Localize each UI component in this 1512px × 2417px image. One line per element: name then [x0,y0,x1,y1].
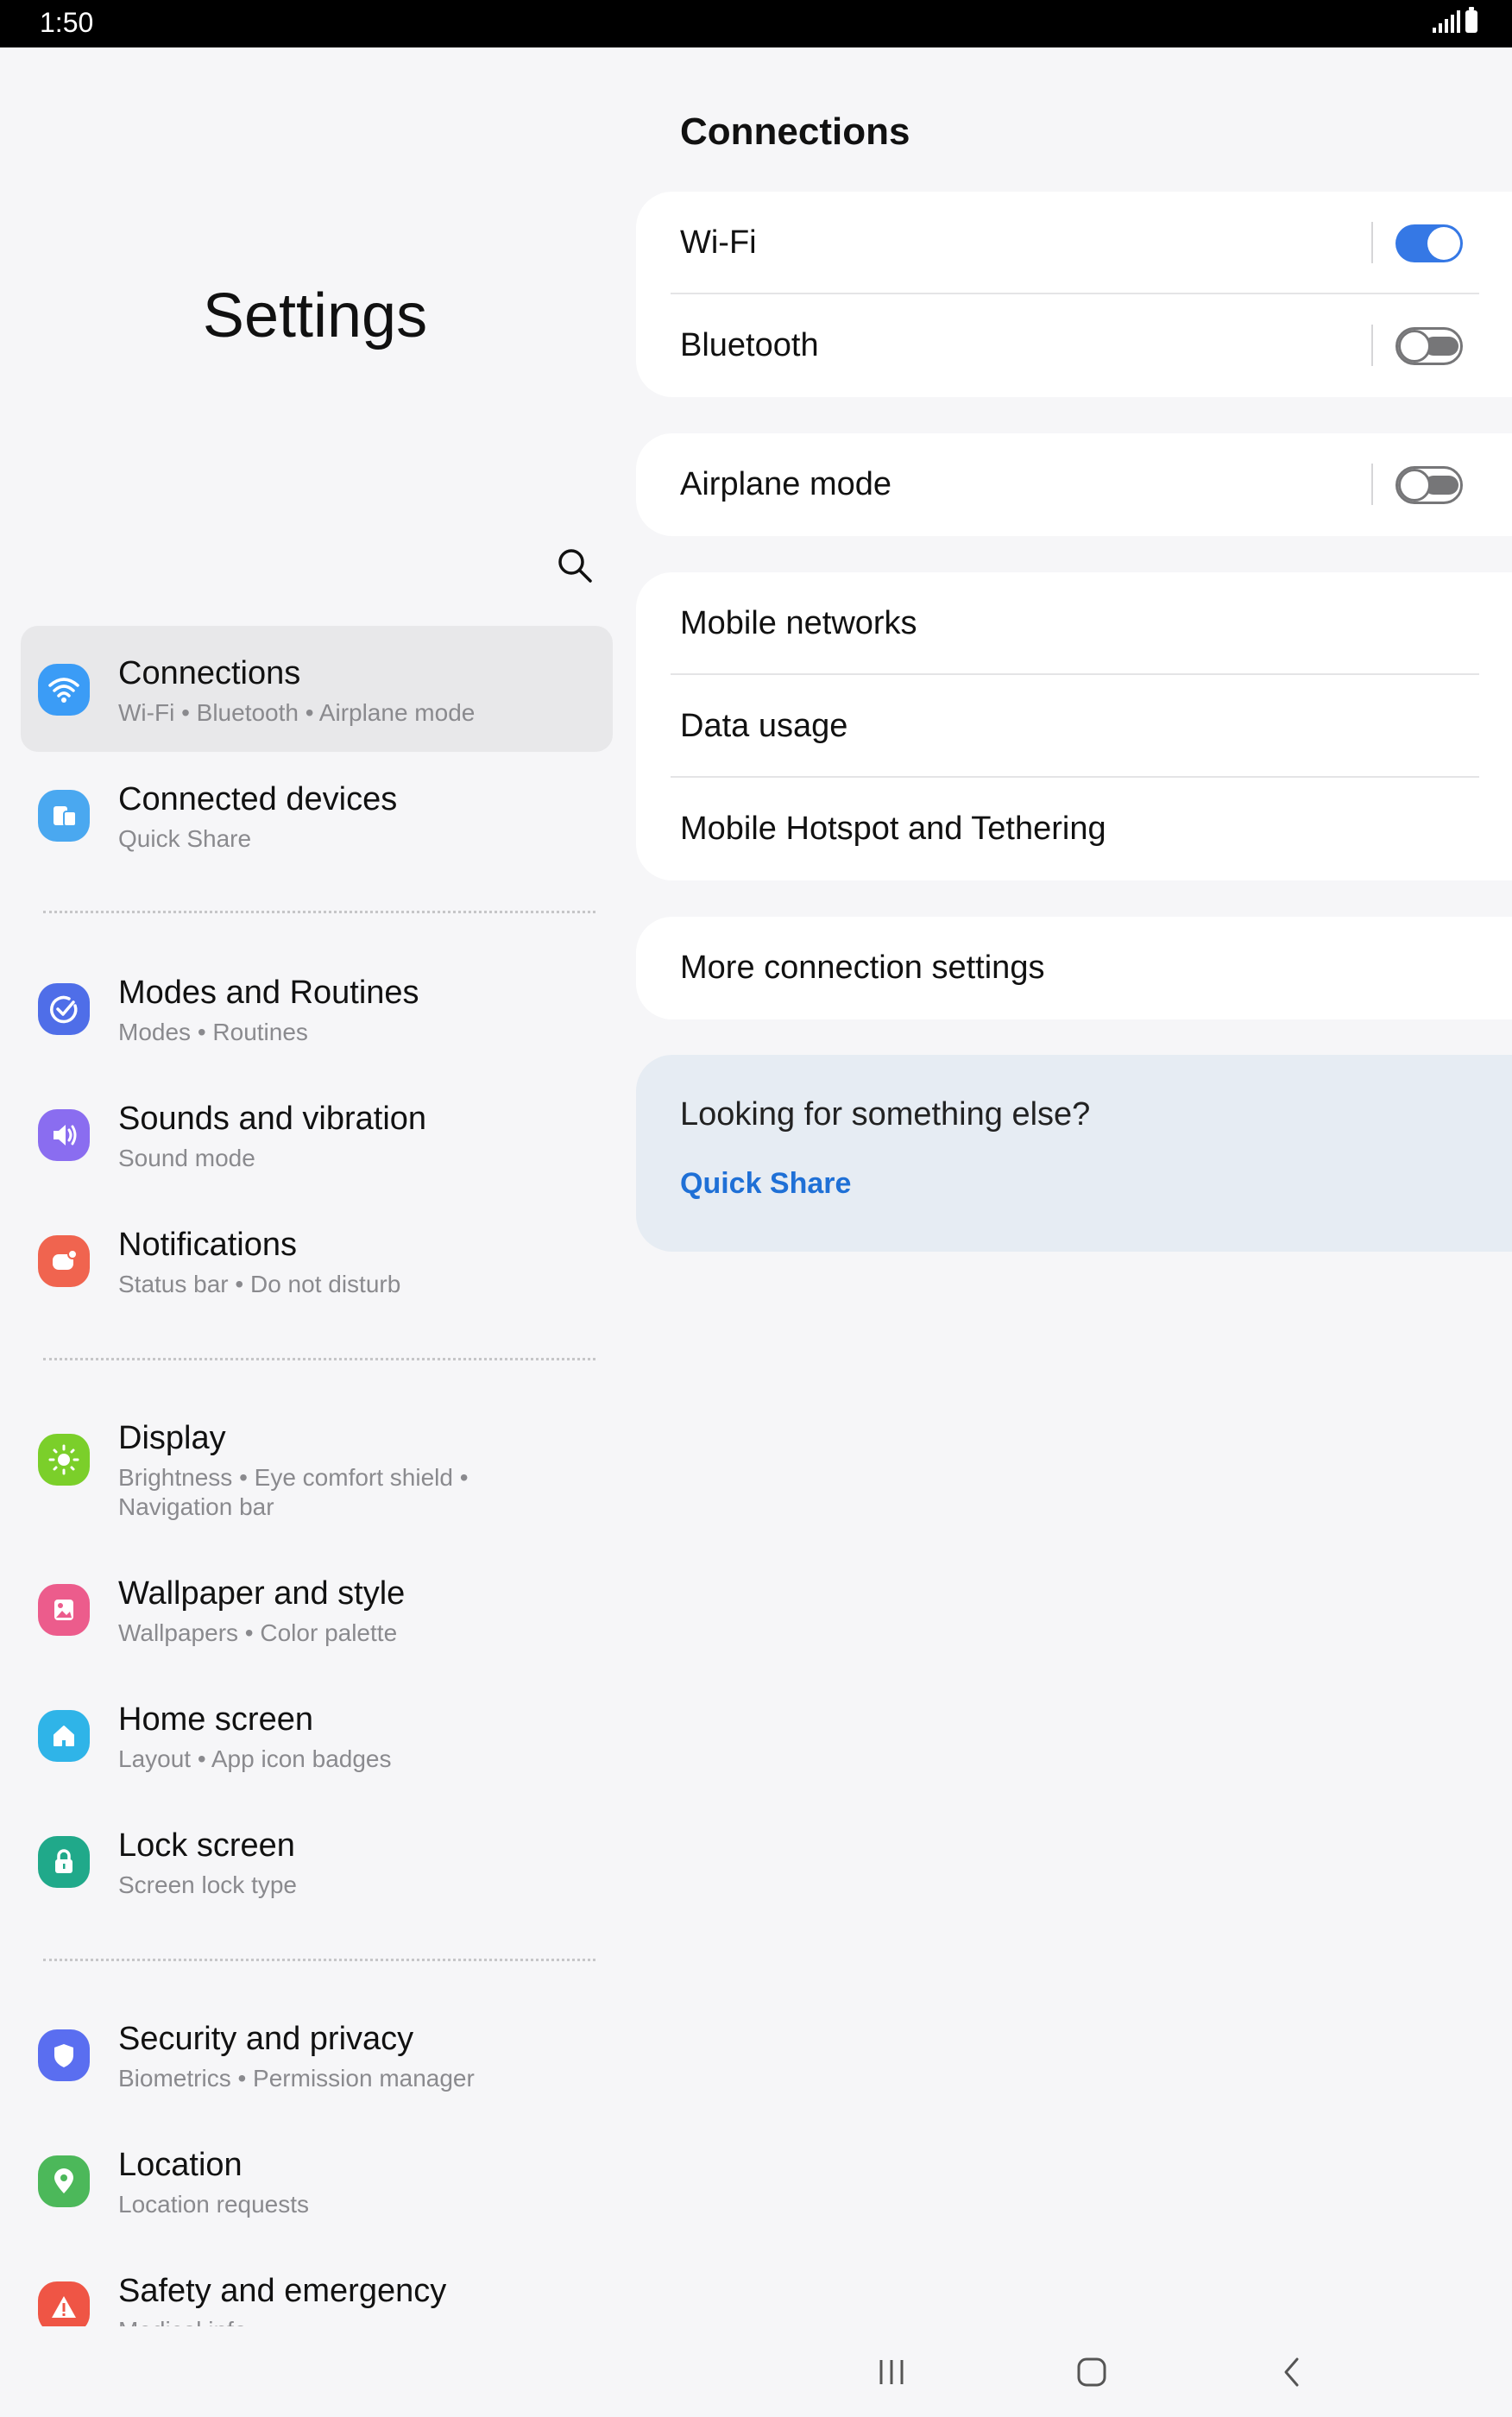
wifi-toggle[interactable] [1395,224,1463,262]
vertical-separator [1371,325,1373,366]
menu-item-title: Lock screen [118,1827,295,1864]
menu-item-connected-devices[interactable]: Connected devices Quick Share [21,752,613,878]
warning-icon [38,2281,90,2326]
mobile-networks-label: Mobile networks [680,605,917,641]
recents-button[interactable] [853,2344,930,2401]
settings-menu-panel: Settings Connections Wi-Fi • Bluetooth •… [0,47,630,2326]
menu-item-subtitle: Brightness • Eye comfort shield • Naviga… [118,1464,469,1520]
menu-item-subtitle: Quick Share [118,825,252,852]
row-hotspot[interactable]: Mobile Hotspot and Tethering [636,778,1512,880]
airplane-mode-label: Airplane mode [680,466,892,502]
page-title: Settings [202,281,428,350]
menu-item-title: Security and privacy [118,2021,414,2057]
hotspot-label: Mobile Hotspot and Tethering [680,811,1106,847]
menu-item-display[interactable]: Display Brightness • Eye comfort shield … [21,1391,613,1537]
data-usage-label: Data usage [680,708,848,744]
menu-item-location[interactable]: Location Location requests [21,2117,613,2243]
menu-item-title: Modes and Routines [118,975,419,1011]
search-icon [558,549,592,583]
menu-item-home-screen[interactable]: Home screen Layout • App icon badges [21,1672,613,1798]
vertical-separator [1371,222,1373,263]
menu-item-modes-routines[interactable]: Modes and Routines Modes • Routines [21,945,613,1071]
menu-item-title: Connected devices [118,781,398,817]
vertical-separator [1371,464,1373,505]
back-button[interactable] [1253,2344,1331,2401]
card-mobile: Mobile networks Data usage Mobile Hotspo… [636,572,1512,880]
recents-icon [879,2360,904,2384]
menu-item-title: Wallpaper and style [118,1575,406,1612]
menu-item-title: Sounds and vibration [118,1101,427,1137]
navigation-bar [0,2326,1512,2417]
menu-item-subtitle: Biometrics • Permission manager [118,2065,475,2092]
menu-item-title: Location [118,2147,243,2183]
card-more: More connection settings [636,917,1512,1019]
row-data-usage[interactable]: Data usage [636,675,1512,778]
location-pin-icon [38,2155,90,2207]
menu-clip: Safety and emergency Medical info [0,2243,630,2326]
menu-item-subtitle: Wallpapers • Color palette [118,1619,398,1646]
card-wifi-bluetooth: Wi-Fi Bluetooth [636,192,1512,397]
status-icons [1433,7,1477,33]
tip-card: Looking for something else? Quick Share [636,1055,1512,1252]
search-button[interactable] [549,540,601,591]
devices-icon [38,790,90,842]
wifi-icon [38,664,90,716]
more-connection-settings-label: More connection settings [680,950,1045,986]
menu-item-subtitle: Status bar • Do not disturb [118,1271,401,1297]
divider [43,1959,595,1961]
signal-icon [1433,10,1460,33]
menu-item-security[interactable]: Security and privacy Biometrics • Permis… [21,1991,613,2117]
wifi-label: Wi-Fi [680,224,757,261]
menu-item-subtitle: Modes • Routines [118,1019,308,1045]
menu-item-wallpaper[interactable]: Wallpaper and style Wallpapers • Color p… [21,1546,613,1672]
bluetooth-toggle[interactable] [1395,327,1463,365]
status-time: 1:50 [40,7,94,38]
back-icon [1284,2357,1299,2387]
menu-item-title: Home screen [118,1701,313,1738]
card-airplane: Airplane mode [636,433,1512,536]
row-wifi[interactable]: Wi-Fi [636,192,1512,294]
bluetooth-label: Bluetooth [680,327,819,363]
status-bar: 1:50 [0,0,1512,47]
home-icon [38,1710,90,1762]
menu-item-notifications[interactable]: Notifications Status bar • Do not distur… [21,1197,613,1323]
menu-item-subtitle: Medical info [118,2316,602,2326]
row-mobile-networks[interactable]: Mobile networks [636,572,1512,675]
menu-item-title: Notifications [118,1227,297,1263]
menu-item-subtitle: Wi-Fi • Bluetooth • Airplane mode [118,699,476,726]
menu-item-subtitle: Location requests [118,2191,310,2218]
menu-item-connections[interactable]: Connections Wi-Fi • Bluetooth • Airplane… [21,626,613,752]
row-more-connection-settings[interactable]: More connection settings [636,917,1512,1019]
section-title: Connections [680,110,910,153]
row-bluetooth[interactable]: Bluetooth [636,294,1512,397]
speaker-icon [38,1109,90,1161]
menu-item-subtitle: Screen lock type [118,1871,297,1898]
lock-icon [38,1836,90,1888]
home-nav-icon [1077,2357,1106,2387]
sun-icon [38,1434,90,1486]
quick-share-link[interactable]: Quick Share [680,1167,851,1201]
shield-icon [38,2029,90,2081]
divider [43,911,595,913]
check-circle-icon [38,983,90,1035]
notification-icon [38,1235,90,1287]
tip-title: Looking for something else? [680,1096,1091,1133]
battery-icon [1465,7,1477,33]
menu-item-title: Safety and emergency [118,2273,447,2309]
menu-item-title: Connections [118,655,301,691]
wallpaper-icon [38,1584,90,1636]
menu-item-sounds[interactable]: Sounds and vibration Sound mode [21,1071,613,1197]
menu-item-subtitle: Sound mode [118,1145,255,1171]
row-airplane-mode[interactable]: Airplane mode [636,433,1512,536]
menu-item-title: Display [118,1420,226,1456]
menu-item-safety[interactable]: Safety and emergency Medical info [21,2243,613,2326]
menu-item-subtitle: Layout • App icon badges [118,1745,392,1772]
home-button[interactable] [1053,2344,1131,2401]
menu-item-lock-screen[interactable]: Lock screen Screen lock type [21,1798,613,1924]
airplane-mode-toggle[interactable] [1395,466,1463,504]
divider [43,1358,595,1360]
